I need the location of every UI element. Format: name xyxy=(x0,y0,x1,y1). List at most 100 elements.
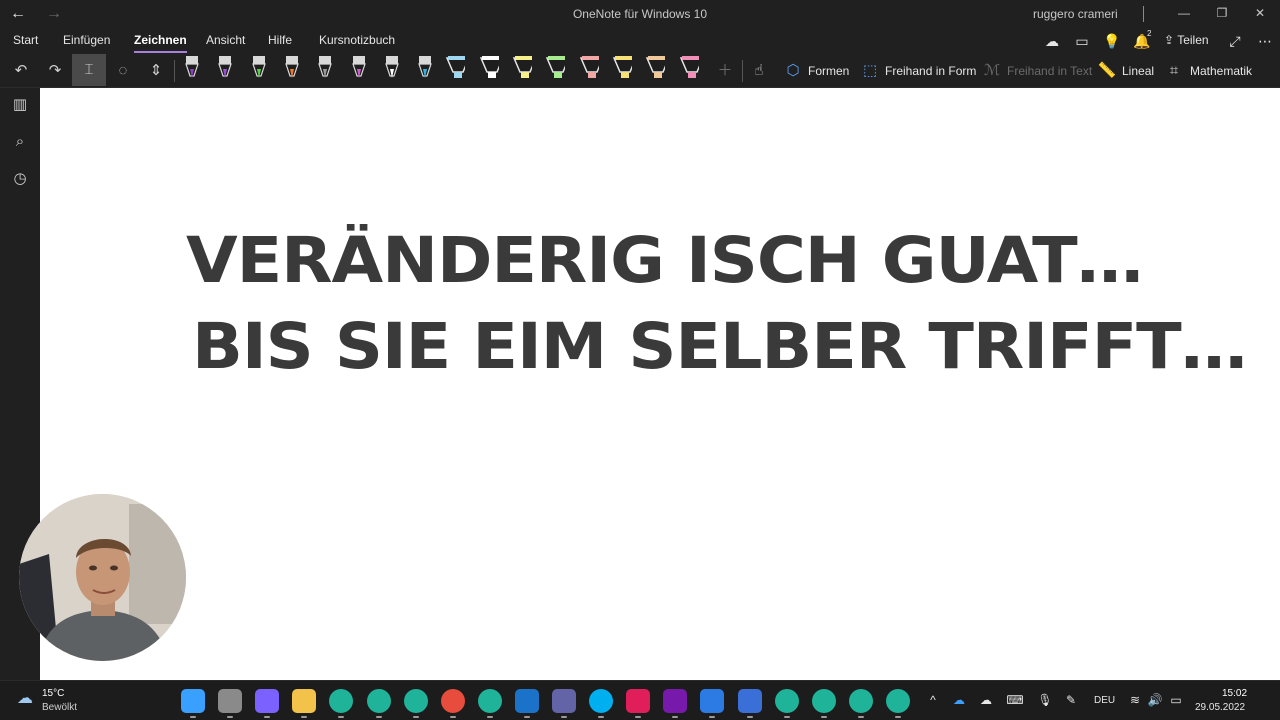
notebooks-icon[interactable]: ▥ xyxy=(9,94,31,116)
share-button[interactable]: ⇪ Teilen xyxy=(1164,33,1209,47)
highlighter-icon[interactable] xyxy=(512,54,532,84)
chrome-icon[interactable] xyxy=(440,689,465,713)
volume-icon[interactable]: 🔊 xyxy=(1146,691,1164,709)
clock-date[interactable]: 29.05.2022 xyxy=(1195,702,1245,713)
fullscreen-icon[interactable]: ⤢ xyxy=(1225,31,1245,51)
tab-einfuegen[interactable]: Einfügen xyxy=(63,33,110,47)
type-select-icon[interactable]: ⌶ xyxy=(72,54,106,86)
headline-line-2: BIS SIE EIM SELBER TRIFFT… xyxy=(192,310,1247,383)
clock-time[interactable]: 15:02 xyxy=(1222,688,1247,699)
highlighter-icon[interactable] xyxy=(445,54,466,84)
microphone-icon[interactable]: 🎙 xyxy=(1036,691,1054,709)
highlighter-icon[interactable] xyxy=(479,54,499,84)
page-view-icon[interactable]: ▭ xyxy=(1072,31,1092,51)
keyboard-icon[interactable]: ⌨ xyxy=(1006,691,1024,709)
running-indicator xyxy=(820,716,827,718)
slack-icon[interactable] xyxy=(626,689,651,713)
pen-icon[interactable] xyxy=(212,54,233,84)
highlighter-icon[interactable] xyxy=(579,54,599,84)
pen-icon[interactable] xyxy=(379,54,399,84)
running-indicator xyxy=(709,716,716,718)
onedrive-icon[interactable]: ☁ xyxy=(950,691,968,709)
running-indicator xyxy=(561,716,567,718)
lasso-select-icon[interactable]: ◌ xyxy=(112,60,134,82)
battery-icon[interactable]: ▭ xyxy=(1167,691,1185,709)
edge-icon[interactable] xyxy=(811,689,836,713)
more-options-icon[interactable]: ⋯ xyxy=(1255,31,1275,51)
math-button[interactable]: Mathematik xyxy=(1190,64,1252,78)
ink-to-shape-button[interactable]: Freihand in Form xyxy=(885,64,976,78)
onenote-icon[interactable] xyxy=(663,689,688,713)
pen-tray-icon[interactable]: ✎ xyxy=(1062,691,1080,709)
math-icon[interactable]: ⌗ xyxy=(1163,60,1185,82)
ink-to-text-button: Freihand in Text xyxy=(1007,64,1093,78)
start-icon[interactable] xyxy=(181,689,205,713)
add-space-icon[interactable]: ⇕ xyxy=(145,60,167,82)
input-language[interactable]: DEU xyxy=(1094,695,1115,706)
tab-zeichnen[interactable]: Zeichnen xyxy=(134,33,187,53)
onedrive-personal-icon[interactable]: ☁ xyxy=(977,691,995,709)
note-canvas[interactable]: VERÄNDERIG ISCH GUAT… BIS SIE EIM SELBER… xyxy=(40,88,1280,680)
ink-to-text-icon: ℳ xyxy=(983,62,1001,79)
weather-temperature[interactable]: 15°C xyxy=(42,688,64,699)
whiteboard-icon[interactable] xyxy=(700,689,725,713)
app-icon[interactable] xyxy=(737,689,762,713)
tab-start[interactable]: Start xyxy=(13,33,38,47)
skype-icon[interactable] xyxy=(589,689,614,713)
ruler-icon[interactable]: 📏 xyxy=(1096,60,1118,82)
close-icon[interactable]: ✕ xyxy=(1250,4,1270,22)
tab-kursnotizbuch[interactable]: Kursnotizbuch xyxy=(319,33,395,47)
ruler-button[interactable]: Lineal xyxy=(1122,64,1154,78)
running-indicator xyxy=(264,716,271,718)
outlook-icon[interactable] xyxy=(514,689,539,713)
maximize-icon[interactable]: ❐ xyxy=(1212,4,1232,22)
pen-icon[interactable] xyxy=(312,54,333,84)
wifi-icon[interactable]: ≋ xyxy=(1126,691,1144,709)
toolbar-separator xyxy=(174,60,175,82)
highlighter-icon[interactable] xyxy=(679,54,699,84)
highlighter-icon[interactable] xyxy=(645,54,666,84)
edge-icon[interactable] xyxy=(403,689,428,713)
task-view-icon[interactable] xyxy=(218,689,243,713)
shapes-icon[interactable]: ⬡ xyxy=(782,60,804,82)
minimize-icon[interactable]: — xyxy=(1174,4,1194,22)
edge-icon[interactable] xyxy=(366,689,391,713)
recent-clock-icon[interactable]: ◷ xyxy=(9,168,31,190)
teams-icon[interactable] xyxy=(552,689,576,713)
file-explorer-icon[interactable] xyxy=(292,689,317,713)
running-indicator xyxy=(598,716,605,718)
lightbulb-icon[interactable]: 💡 xyxy=(1102,31,1122,51)
search-icon[interactable]: ⌕ xyxy=(9,131,31,153)
edge-icon[interactable] xyxy=(477,689,502,713)
touch-draw-icon[interactable]: ☝ xyxy=(748,60,770,82)
running-indicator xyxy=(672,716,679,718)
shapes-button[interactable]: Formen xyxy=(808,64,849,78)
pen-icon[interactable] xyxy=(246,54,266,84)
highlighter-icon[interactable] xyxy=(545,54,566,84)
edge-icon[interactable] xyxy=(329,689,354,713)
running-indicator xyxy=(486,716,493,718)
chevron-up-icon[interactable]: ^ xyxy=(924,691,942,709)
user-name[interactable]: ruggero crameri xyxy=(1033,7,1118,21)
ink-to-shape-icon[interactable]: ⬚ xyxy=(859,60,881,82)
redo-icon[interactable]: ↷ xyxy=(44,60,66,82)
webcam-overlay xyxy=(19,494,186,661)
weather-description[interactable]: Bewölkt xyxy=(42,702,77,713)
tab-ansicht[interactable]: Ansicht xyxy=(206,33,245,47)
pen-icon[interactable] xyxy=(412,54,432,84)
pen-icon[interactable] xyxy=(346,54,366,84)
share-icon: ⇪ xyxy=(1164,33,1175,47)
weather-cloud-icon[interactable]: ☁ xyxy=(16,690,34,708)
pen-icon[interactable] xyxy=(179,54,199,84)
tab-hilfe[interactable]: Hilfe xyxy=(268,33,292,47)
undo-icon[interactable]: ↶ xyxy=(10,60,32,82)
edge-icon[interactable] xyxy=(885,689,910,713)
highlighter-icon[interactable] xyxy=(612,54,632,84)
sync-cloud-icon[interactable]: ☁ xyxy=(1042,31,1062,51)
edge-icon[interactable] xyxy=(774,689,799,713)
running-indicator xyxy=(857,716,864,718)
add-pen-icon[interactable]: ＋ xyxy=(714,60,736,82)
pen-icon[interactable] xyxy=(279,54,299,84)
teams-chat-icon[interactable] xyxy=(255,689,280,713)
edge-icon[interactable] xyxy=(848,689,873,713)
